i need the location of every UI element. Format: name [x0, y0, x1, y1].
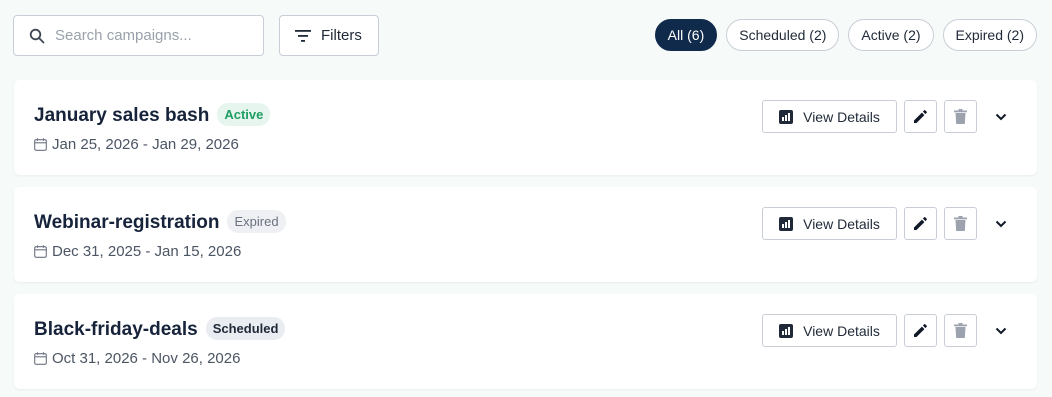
status-filter-chips: All (6) Scheduled (2) Active (2) Expired… — [654, 19, 1037, 51]
campaign-title-row: Black-friday-deals Scheduled — [34, 317, 286, 341]
trash-icon — [954, 109, 967, 124]
calendar-icon — [34, 245, 47, 258]
filters-label: Filters — [321, 27, 362, 44]
campaign-name: Webinar-registration — [34, 212, 220, 233]
chip-all[interactable]: All (6) — [654, 19, 718, 51]
pencil-icon — [913, 216, 928, 231]
campaign-card: Black-friday-deals Scheduled Oct 31, 2026… — [14, 294, 1037, 389]
card-actions: View Details — [762, 207, 1017, 240]
expand-button[interactable] — [984, 100, 1017, 133]
toolbar: Filters All (6) Scheduled (2) Active (2)… — [0, 0, 1052, 72]
date-text: Jan 25, 2026 - Jan 29, 2026 — [52, 136, 239, 153]
chip-active[interactable]: Active (2) — [848, 19, 934, 51]
chevron-down-icon — [995, 113, 1007, 121]
expand-button[interactable] — [984, 207, 1017, 240]
card-actions: View Details — [762, 100, 1017, 133]
card-actions: View Details — [762, 314, 1017, 347]
edit-button[interactable] — [904, 100, 937, 133]
view-details-button[interactable]: View Details — [762, 207, 897, 240]
expand-button[interactable] — [984, 314, 1017, 347]
campaign-date-range: Jan 25, 2026 - Jan 29, 2026 — [34, 136, 239, 153]
campaign-name: Black-friday-deals — [34, 319, 198, 340]
pencil-icon — [913, 109, 928, 124]
trash-icon — [954, 216, 967, 231]
delete-button[interactable] — [944, 100, 977, 133]
calendar-icon — [34, 352, 47, 365]
date-text: Oct 31, 2026 - Nov 26, 2026 — [52, 350, 241, 367]
search-icon — [29, 28, 45, 44]
campaign-date-range: Dec 31, 2025 - Jan 15, 2026 — [34, 243, 241, 260]
chip-scheduled[interactable]: Scheduled (2) — [726, 19, 840, 51]
edit-button[interactable] — [904, 207, 937, 240]
delete-button[interactable] — [944, 207, 977, 240]
delete-button[interactable] — [944, 314, 977, 347]
view-details-label: View Details — [803, 215, 880, 232]
campaign-card: January sales bash Active Jan 25, 2026 - … — [14, 80, 1037, 175]
chip-expired[interactable]: Expired (2) — [942, 19, 1037, 51]
bar-chart-icon — [779, 109, 794, 124]
campaign-date-range: Oct 31, 2026 - Nov 26, 2026 — [34, 350, 240, 367]
pencil-icon — [913, 323, 928, 338]
view-details-button[interactable]: View Details — [762, 314, 897, 347]
trash-icon — [954, 323, 967, 338]
campaign-card: Webinar-registration Expired Dec 31, 2025… — [14, 187, 1037, 282]
campaign-title-row: Webinar-registration Expired — [34, 210, 286, 234]
date-text: Dec 31, 2025 - Jan 15, 2026 — [52, 243, 242, 260]
chevron-down-icon — [995, 327, 1007, 335]
campaign-title-row: January sales bash Active — [34, 103, 271, 127]
filters-button[interactable]: Filters — [279, 15, 379, 56]
chevron-down-icon — [995, 220, 1007, 228]
search-input[interactable] — [55, 27, 255, 44]
view-details-label: View Details — [803, 322, 880, 339]
view-details-label: View Details — [803, 108, 880, 125]
edit-button[interactable] — [904, 314, 937, 347]
bar-chart-icon — [779, 323, 794, 338]
view-details-button[interactable]: View Details — [762, 100, 897, 133]
search-box[interactable] — [13, 15, 264, 56]
filter-icon — [295, 29, 311, 42]
bar-chart-icon — [779, 216, 794, 231]
status-badge: Scheduled — [205, 317, 286, 340]
status-badge: Active — [217, 103, 271, 126]
campaign-name: January sales bash — [34, 105, 210, 126]
status-badge: Expired — [227, 210, 286, 233]
calendar-icon — [34, 138, 47, 151]
